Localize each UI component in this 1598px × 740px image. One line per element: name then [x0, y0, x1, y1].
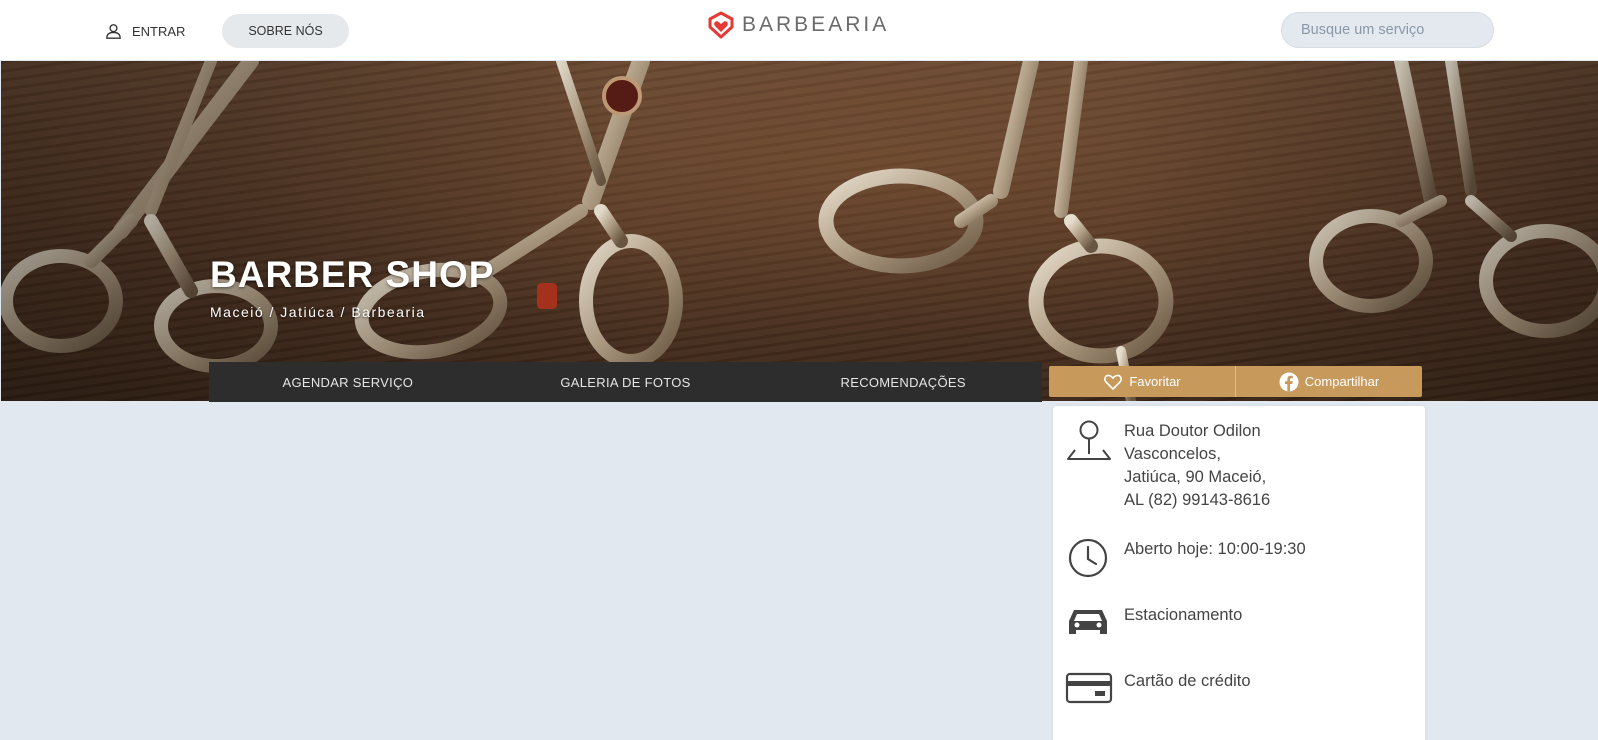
share-label: Compartilhar [1304, 374, 1380, 389]
tab-recomendacoes[interactable]: RECOMENDAÇÕES [764, 362, 1042, 402]
tab-galeria-de-fotos[interactable]: GALERIA DE FOTOS [487, 362, 765, 402]
share-button[interactable]: Compartilhar [1235, 366, 1422, 397]
facebook-icon [1279, 372, 1299, 391]
hero-overlay [1, 61, 1598, 401]
hero-banner: BARBER SHOP Maceió / Jatiúca / Barbearia [1, 61, 1598, 401]
hours-text: Aberto hoje: 10:00-19:30 [1124, 540, 1306, 558]
address-line: Vasconcelos, [1124, 445, 1221, 463]
brand-logo[interactable]: BARBEARIA [706, 10, 889, 40]
action-bar: Favoritar Compartilhar [1049, 366, 1422, 397]
favorite-label: Favoritar [1129, 374, 1181, 389]
address-line: Rua Doutor Odilon [1124, 422, 1261, 440]
user-icon [106, 24, 121, 39]
section-tabs: AGENDAR SERVIÇO GALERIA DE FOTOS RECOMEN… [209, 362, 1042, 402]
top-bar: ENTRAR SOBRE NÓS BARBEARIA [0, 0, 1598, 60]
login-label: ENTRAR [132, 24, 186, 39]
about-button[interactable]: SOBRE NÓS [222, 14, 349, 48]
credit-card-icon [1065, 670, 1113, 704]
map-pin-icon [1065, 420, 1113, 464]
payment-text: Cartão de crédito [1124, 672, 1251, 690]
address-text: Rua Doutor Odilon Vasconcelos, Jatiúca, … [1124, 420, 1394, 512]
login-link[interactable]: ENTRAR [104, 22, 185, 41]
address-line: Jatiúca, 90 Maceió, [1124, 468, 1267, 486]
info-card: Rua Doutor Odilon Vasconcelos, Jatiúca, … [1053, 406, 1425, 740]
parking-text: Estacionamento [1124, 606, 1243, 624]
address-line: AL (82) 99143-8616 [1124, 491, 1271, 509]
tab-agendar-servico[interactable]: AGENDAR SERVIÇO [209, 362, 487, 402]
search-input[interactable] [1281, 12, 1494, 48]
shop-title: BARBER SHOP [210, 254, 495, 295]
heart-icon [1104, 374, 1123, 390]
heart-shield-logo-icon [708, 11, 734, 39]
favorite-button[interactable]: Favoritar [1049, 366, 1235, 397]
brand-name: BARBEARIA [742, 13, 890, 36]
car-icon [1065, 604, 1111, 640]
breadcrumb: Maceió / Jatiúca / Barbearia [210, 304, 426, 320]
clock-icon [1065, 538, 1111, 578]
